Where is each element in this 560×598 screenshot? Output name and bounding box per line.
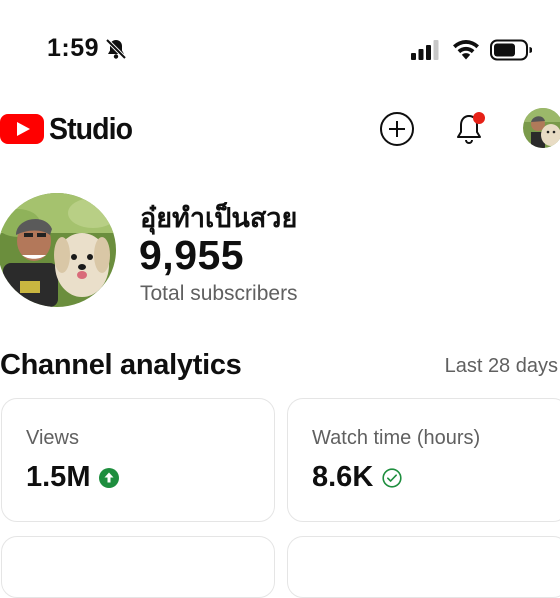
subscriber-label: Total subscribers: [140, 282, 298, 305]
battery-icon: [490, 39, 532, 61]
metric-card[interactable]: [1, 536, 275, 598]
status-bar: 1:59: [0, 0, 560, 95]
watch-time-value: 8.6K: [312, 461, 374, 493]
cellular-signal-icon: [411, 40, 439, 60]
check-circle-icon: [382, 467, 402, 488]
watch-time-value-row: 8.6K: [312, 461, 402, 494]
watch-time-card[interactable]: Watch time (hours) 8.6K: [287, 398, 560, 522]
logo-text: Studio: [49, 111, 133, 146]
views-value: 1.5M: [26, 461, 91, 493]
watch-time-label: Watch time (hours): [312, 427, 481, 449]
status-time: 1:59: [47, 34, 100, 62]
analytics-period[interactable]: Last 28 days: [445, 355, 558, 378]
notifications-bell-icon[interactable]: [452, 108, 490, 148]
views-value-row: 1.5M: [26, 461, 120, 494]
youtube-play-icon: [0, 114, 44, 144]
views-label: Views: [26, 427, 79, 449]
bell-slash-icon: [105, 38, 127, 60]
create-plus-icon[interactable]: [378, 110, 416, 148]
account-avatar[interactable]: [523, 108, 560, 148]
subscriber-count: 9,955: [139, 232, 245, 278]
views-card[interactable]: Views 1.5M: [1, 398, 275, 522]
channel-analytics-title: Channel analytics: [0, 349, 242, 381]
channel-avatar[interactable]: [0, 193, 116, 307]
notification-dot: [473, 112, 485, 124]
arrow-up-circle-icon: [99, 467, 120, 488]
metric-card[interactable]: [287, 536, 560, 598]
wifi-icon: [453, 40, 479, 60]
youtube-studio-logo[interactable]: Studio: [0, 111, 139, 147]
